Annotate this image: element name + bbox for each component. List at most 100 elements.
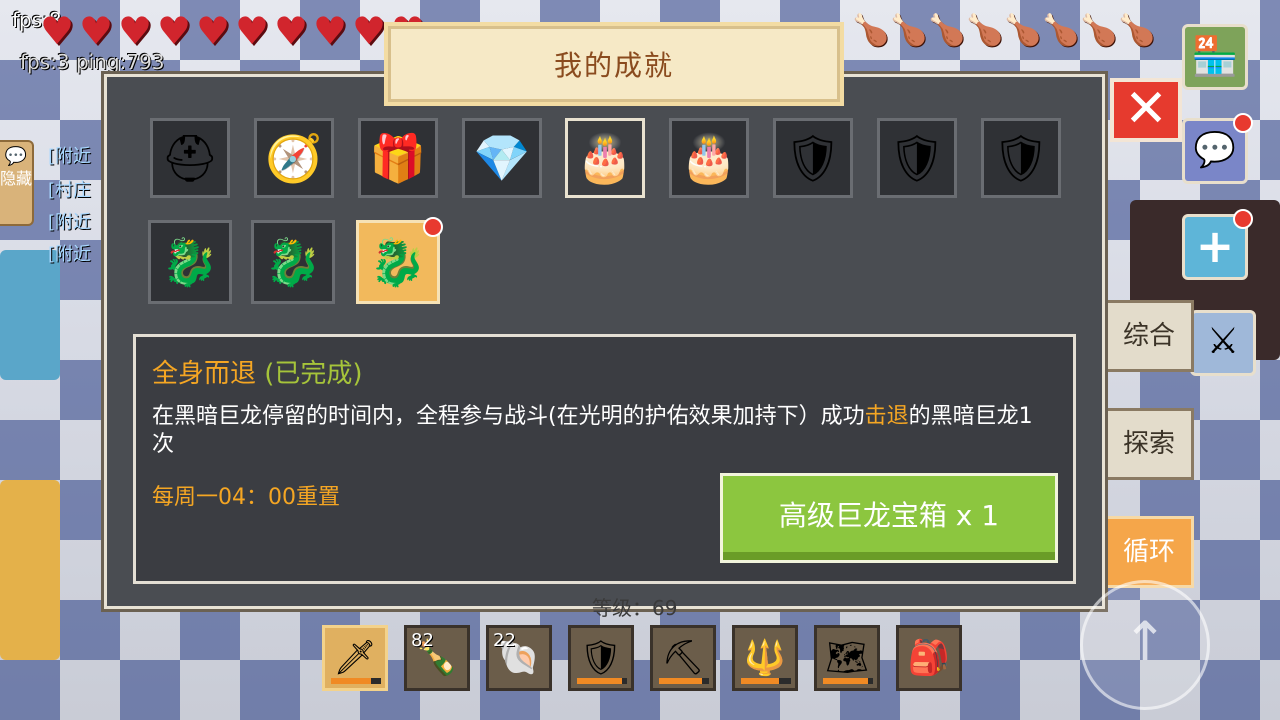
purple-dragon-head-icon: 🐉 [369, 235, 427, 289]
durability-bar [659, 678, 709, 684]
hunger-bar: 🍗 🍗 🍗 🍗 🍗 🍗 🍗 🍗 [852, 13, 1156, 48]
crossed-swords-icon: ⚔ [1206, 321, 1240, 362]
reset-time: 每周一04：00重置 [152, 485, 340, 510]
red-shield-armor-icon: 🛡 [579, 638, 623, 678]
heart-icon: ♥ [351, 9, 387, 53]
spiked-mace-icon: 🔱 [743, 638, 787, 678]
achievement-slot[interactable]: 🐉 [356, 217, 443, 304]
heart-icon: ♥ [195, 9, 231, 53]
tab-general[interactable]: 综合 [1104, 300, 1194, 372]
desc-text: 在黑暗巨龙停留的时间内，全程参与战斗(在光明的护佑效果加持下）成功 [152, 404, 865, 429]
drumstick-icon: 🍗 [1042, 13, 1080, 48]
close-button[interactable]: ✕ [1110, 78, 1182, 142]
heart-icon: ♥ [273, 9, 309, 53]
jump-button[interactable]: ↑ [1080, 580, 1210, 710]
notification-dot [1233, 113, 1253, 133]
dark-helmet-icon: ⛑ [160, 131, 220, 185]
chat-line: [附近 [48, 212, 92, 233]
player-level: 等级：69 [592, 596, 678, 620]
achievement-slot[interactable]: 🛡 [773, 118, 853, 198]
purple-crystal-icon: 💎 [473, 131, 531, 185]
hide-chat-label: 隐藏 [0, 169, 33, 188]
shop-icon: 🏪 [1191, 34, 1239, 78]
achievement-title-line: 全身而退 (已完成) [152, 353, 363, 390]
chat-button[interactable]: 💬 [1182, 113, 1253, 184]
up-arrow-icon: ↑ [1122, 610, 1168, 673]
achievement-slot[interactable]: 🧭 [254, 118, 334, 198]
achievement-detail: 全身而退 (已完成) 在黑暗巨龙停留的时间内，全程参与战斗(在光明的护佑效果加持… [133, 334, 1076, 584]
chat-line: [附近 [48, 146, 92, 167]
achievement-description: 在黑暗巨龙停留的时间内，全程参与战斗(在光明的护佑效果加持下）成功击退的黑暗巨龙… [152, 403, 1052, 459]
achievement-slot[interactable]: 🐉 [148, 220, 232, 304]
hotbar-slot[interactable]: 🗺 [814, 625, 880, 691]
desc-highlight: 击退 [864, 404, 909, 429]
heart-icon: ♥ [312, 9, 348, 53]
drumstick-icon: 🍗 [928, 13, 966, 48]
achievement-slot[interactable]: 🛡 [877, 118, 957, 198]
tab-cycle[interactable]: 循环 [1104, 516, 1194, 588]
hotbar-slot[interactable]: 🎒 [896, 625, 962, 691]
close-x-icon: ✕ [1124, 79, 1168, 139]
heart-icon: ♥ [234, 9, 270, 53]
item-count: 82 [411, 630, 434, 651]
sword-shield-badge-icon: 🛡 [887, 131, 947, 185]
world-creature [0, 480, 60, 660]
achievement-slot[interactable]: 🎂 [669, 118, 749, 198]
notification-dot [1233, 209, 1253, 229]
tab-explore[interactable]: 探索 [1104, 408, 1194, 480]
hotbar-slot[interactable]: 🛡 [568, 625, 634, 691]
chat-line: [附近 [48, 244, 92, 265]
drumstick-icon: 🍗 [1004, 13, 1042, 48]
dark-sword-icon: 🗡 [333, 638, 377, 678]
hotbar-slot[interactable]: 🔱 [732, 625, 798, 691]
health-bar: ♥♥♥♥♥♥♥♥♥♥ [38, 9, 427, 53]
heart-icon: ♥ [117, 9, 153, 53]
heart-icon: ♥ [39, 9, 75, 53]
panel-title: 我的成就 [553, 49, 674, 82]
world-creature [0, 250, 60, 380]
panel-title-banner: 我的成就 [388, 26, 840, 102]
drumstick-icon: 🍗 [1080, 13, 1118, 48]
sword-shield-badge-icon: 🛡 [991, 131, 1051, 185]
add-button[interactable]: + [1182, 209, 1253, 280]
achievement-slot[interactable]: 💎 [462, 118, 542, 198]
hotbar-slot[interactable]: ⛏ [650, 625, 716, 691]
durability-bar [741, 678, 791, 684]
combat-button[interactable]: ⚔ [1190, 310, 1256, 376]
hotbar: 🗡 🍾 82 🐚 22 🛡 ⛏ 🔱 🗺 🎒 [322, 625, 978, 691]
hotbar-slot[interactable]: 🗡 [322, 625, 388, 691]
drumstick-icon: 🍗 [1118, 13, 1156, 48]
drumstick-icon: 🍗 [852, 13, 890, 48]
purple-dragon-head-icon: 🐉 [161, 235, 219, 289]
compass-icon: 🧭 [265, 131, 323, 185]
durability-bar [823, 678, 873, 684]
achievement-slot[interactable]: 🛡 [981, 118, 1061, 198]
birthday-cake-icon: 🎂 [680, 131, 738, 185]
cake-icon: 🎂 [576, 131, 634, 185]
ping-counter: fps:3 ping:793 [20, 50, 165, 74]
hide-chat-tab[interactable]: 💬 隐藏 [0, 140, 34, 226]
shop-button[interactable]: 🏪 [1182, 24, 1248, 90]
backpack-icon: 🎒 [907, 638, 951, 678]
achievement-name: 全身而退 [152, 359, 257, 389]
hotbar-slot[interactable]: 🍾 82 [404, 625, 470, 691]
treasure-map-icon: 🗺 [825, 638, 869, 678]
heart-icon: ♥ [156, 9, 192, 53]
achievement-slot[interactable]: ⛑ [150, 118, 230, 198]
chat-bubble-icon: 💬 [4, 146, 28, 167]
heart-icon: ♥ [78, 9, 114, 53]
hotbar-slot[interactable]: 🐚 22 [486, 625, 552, 691]
sword-shield-badge-icon: 🛡 [783, 131, 843, 185]
reward-button[interactable]: 高级巨龙宝箱 x 1 [720, 473, 1058, 563]
notification-dot [423, 217, 443, 237]
achievement-slot[interactable]: 🐉 [251, 220, 335, 304]
drumstick-icon: 🍗 [890, 13, 928, 48]
durability-bar [577, 678, 627, 684]
item-count: 22 [493, 630, 516, 651]
durability-bar [331, 678, 381, 684]
treasure-chest-icon: 🎁 [369, 131, 427, 185]
achievement-slot[interactable]: 🎁 [358, 118, 438, 198]
achievement-slot[interactable]: 🎂 [565, 118, 645, 198]
purple-dragon-head-icon: 🐉 [264, 235, 322, 289]
achievement-status: (已完成) [264, 359, 363, 389]
